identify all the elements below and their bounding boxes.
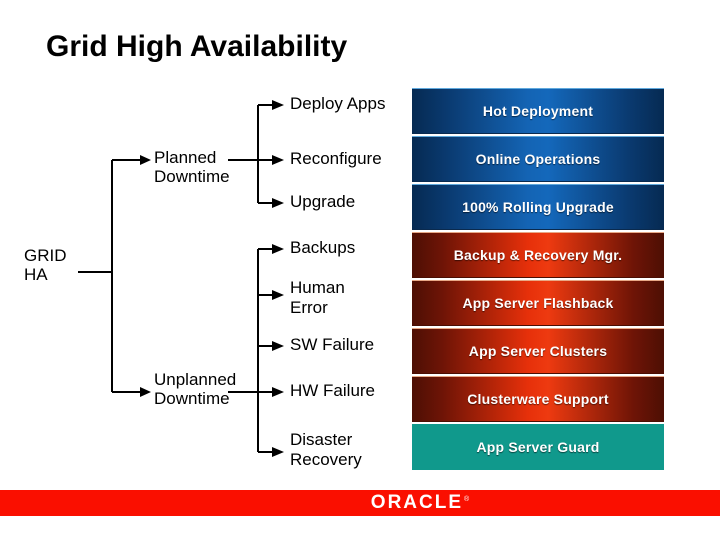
oracle-logo: ORACLE ®: [0, 490, 720, 516]
solution-box-online-operations[interactable]: Online Operations: [412, 136, 664, 182]
cause-label-human-error: Human Error: [290, 278, 345, 317]
solution-box-app-server-guard[interactable]: App Server Guard: [412, 424, 664, 470]
cause-label-hw-failure: HW Failure: [290, 381, 376, 400]
solution-box-app-server-clusters[interactable]: App Server Clusters: [412, 328, 664, 374]
cause-label-backups: Backups: [290, 238, 356, 257]
oracle-trademark-icon: ®: [464, 496, 470, 503]
cause-label-disaster-recovery: Disaster Recovery: [290, 430, 362, 469]
solution-box-clusterware-support[interactable]: Clusterware Support: [412, 376, 664, 422]
tree-root-label: GRID HA: [24, 246, 67, 284]
cause-label-deploy-apps: Deploy Apps: [290, 94, 386, 113]
page-title: Grid High Availability: [46, 30, 348, 63]
footer-bar: ORACLE ®: [0, 490, 720, 516]
solution-box-hot-deployment[interactable]: Hot Deployment: [412, 88, 664, 134]
branch-label-unplanned: Unplanned Downtime: [154, 370, 237, 408]
cause-label-reconfigure: Reconfigure: [290, 149, 382, 168]
solution-box-app-server-flashback[interactable]: App Server Flashback: [412, 280, 664, 326]
branch-label-planned: Planned Downtime: [154, 148, 230, 186]
solution-box-rolling-upgrade[interactable]: 100% Rolling Upgrade: [412, 184, 664, 230]
slide-canvas: Grid High Availability GRID HA Planned D…: [0, 0, 720, 540]
oracle-logo-text: ORACLE: [370, 492, 464, 513]
cause-label-sw-failure: SW Failure: [290, 335, 375, 354]
cause-label-upgrade: Upgrade: [290, 192, 356, 211]
solution-box-backup-recovery-mgr[interactable]: Backup & Recovery Mgr.: [412, 232, 664, 278]
